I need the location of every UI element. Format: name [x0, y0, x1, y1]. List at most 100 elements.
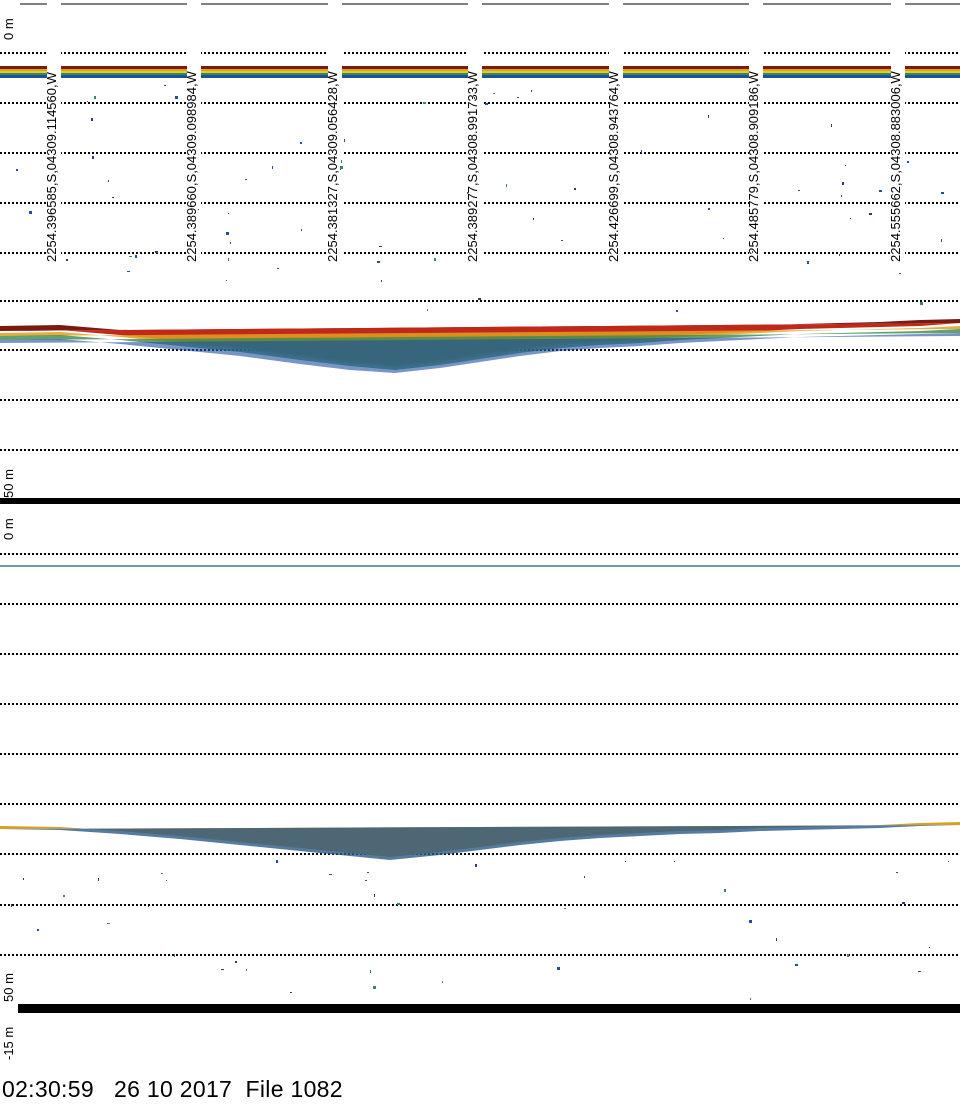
echo-target [87, 101, 88, 102]
echo-target [164, 85, 166, 86]
echo-target [277, 268, 279, 269]
bottom-gridlines [0, 553, 960, 956]
echo-target [16, 169, 18, 171]
echo-target [847, 954, 849, 957]
echo-target [341, 160, 342, 163]
echo-target [918, 971, 921, 972]
echo-target [708, 115, 709, 118]
echo-target [226, 280, 227, 281]
footer-file: File 1082 [245, 1076, 343, 1102]
top-panel: 2254.396585,S,04309.114560,W 2254.389660,… [0, 0, 960, 498]
echo-target [175, 96, 178, 99]
echo-target [850, 218, 851, 219]
echo-target [246, 969, 247, 971]
gps-coordinate-label: 2254.389277,S,04308.991733,W [465, 70, 480, 262]
echo-target [442, 981, 443, 983]
gps-coordinate-label: 2254.396585,S,04309.114560,W [44, 71, 59, 262]
echo-target [478, 298, 481, 300]
echo-target [807, 261, 809, 264]
echo-target [228, 213, 229, 214]
echo-target [625, 861, 626, 862]
echo-target [674, 861, 675, 862]
echo-target [676, 310, 678, 312]
echo-target [344, 139, 345, 142]
echo-target [948, 861, 949, 862]
echo-target [506, 184, 507, 187]
echo-target [397, 903, 400, 905]
echo-target [749, 920, 752, 923]
echo-target [235, 961, 237, 963]
echo-target [107, 923, 110, 924]
gps-labels: 2254.396585,S,04309.114560,W 2254.389660,… [44, 70, 903, 262]
panel-separator [0, 498, 960, 504]
echo-target [574, 188, 576, 190]
echo-target [11, 904, 12, 907]
gps-coordinate-label: 2254.389660,S,04309.098984,W [184, 70, 199, 262]
echo-target [226, 232, 229, 235]
echo-target [228, 258, 229, 261]
echo-target [427, 309, 428, 311]
bottom-scale-label: -15 m [1, 1027, 16, 1060]
echo-target [584, 876, 585, 878]
echo-target [245, 179, 247, 180]
echo-target [127, 271, 130, 272]
bottom-border-bar [18, 1004, 960, 1013]
top-seabed-echo [0, 319, 960, 373]
gps-coordinate-label: 2254.381327,S,04309.056428,W [325, 70, 340, 262]
echo-target [723, 238, 724, 239]
bottom-panel: 0 m 50 m -15 m [0, 518, 960, 1060]
echo-target [300, 142, 302, 144]
echo-target [475, 864, 477, 867]
echo-target [533, 218, 534, 220]
echo-target [66, 259, 68, 261]
echo-target [63, 895, 65, 897]
echo-target [367, 872, 369, 873]
echo-target [23, 878, 24, 880]
echo-target [148, 906, 149, 907]
echo-target [907, 161, 909, 163]
echo-target [493, 93, 495, 94]
echo-target [365, 880, 367, 881]
echo-target [37, 929, 39, 931]
gps-coordinate-label: 2254.555662,S,04308.883006,W [888, 70, 903, 262]
echo-target [108, 180, 109, 182]
echo-target [423, 102, 426, 104]
echo-target [879, 190, 882, 192]
footer-time: 02:30:59 [2, 1076, 94, 1102]
echo-target [517, 97, 519, 98]
echo-target [94, 96, 96, 99]
echo-target [929, 947, 930, 948]
echo-target [841, 195, 842, 197]
echo-target [434, 258, 436, 261]
echo-target [272, 166, 273, 169]
echo-target [531, 90, 532, 92]
echo-target [831, 124, 832, 127]
echo-target [750, 998, 751, 1000]
echo-target [92, 156, 94, 159]
echo-target [842, 182, 844, 185]
echo-target [329, 874, 332, 875]
echo-target [29, 211, 32, 214]
echo-target [776, 938, 777, 941]
echo-target [641, 150, 642, 153]
echo-target [91, 118, 93, 121]
echo-target [920, 302, 923, 305]
echo-target [135, 255, 137, 258]
echo-target [373, 986, 376, 989]
echo-target [155, 251, 158, 253]
echo-target [230, 242, 231, 244]
echo-target [301, 229, 302, 231]
echo-target [941, 239, 942, 242]
echo-target [899, 273, 901, 274]
bottom-depth-bottom-label: 50 m [1, 973, 16, 1002]
echo-target [869, 213, 872, 215]
echo-target [381, 280, 382, 282]
echo-target [374, 894, 375, 897]
echo-target [724, 889, 726, 892]
echo-target [370, 970, 371, 973]
echo-target [221, 969, 224, 970]
echo-target [561, 240, 563, 241]
status-footer: 02:30:59 26 10 2017 File 1082 [2, 1076, 343, 1103]
echo-target [941, 192, 944, 194]
echogram-display: 2254.396585,S,04309.114560,W 2254.389660,… [0, 0, 960, 1060]
